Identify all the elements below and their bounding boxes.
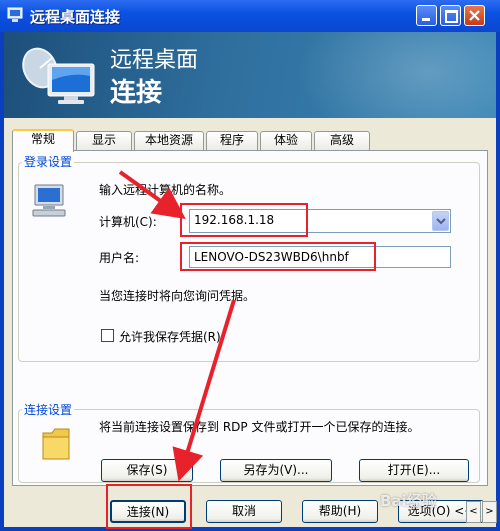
save-credentials-checkbox[interactable]	[101, 329, 114, 342]
remote-desktop-app-icon	[7, 7, 23, 22]
tab-local-resources[interactable]: 本地资源	[134, 131, 204, 150]
computer-combobox[interactable]: 192.168.1.18	[189, 209, 451, 233]
connection-settings-label: 连接设置	[22, 401, 75, 418]
username-value: LENOVO-DS23WBD6\hnbf	[194, 250, 349, 264]
window-title: 远程桌面连接	[30, 8, 121, 26]
save-credentials-label: 允许我保存凭据(R)	[119, 330, 221, 344]
computer-value: 192.168.1.18	[194, 213, 275, 227]
connection-description: 将当前连接设置保存到 RDP 文件或打开一个已保存的连接。	[99, 420, 420, 434]
banner: 远程桌面 连接	[4, 32, 496, 118]
tab-display[interactable]: 显示	[76, 131, 132, 150]
tab-general[interactable]: 常规	[12, 129, 74, 152]
general-tab-panel: 登录设置 输入远程计算机的名称。 计算机(C): 192.168.1.18 用户…	[12, 150, 488, 486]
remote-desktop-window: 远程桌面连接 远程桌面 连接 常规 显示 本地资源 程序 体验 高级 登录设置 …	[0, 0, 500, 531]
close-button[interactable]	[464, 5, 485, 26]
username-label: 用户名:	[99, 251, 140, 265]
maximize-button[interactable]	[440, 5, 461, 26]
computer-dropdown-button[interactable]	[432, 211, 449, 231]
minimize-button[interactable]	[416, 5, 437, 26]
open-button[interactable]: 打开(E)...	[359, 459, 469, 482]
tab-experience[interactable]: 体验	[260, 131, 312, 150]
scroll-right-button[interactable]: >	[482, 501, 497, 523]
dialog-client-area: 远程桌面 连接 常规 显示 本地资源 程序 体验 高级 登录设置 输入远程计算机…	[4, 32, 496, 527]
save-button[interactable]: 保存(S)	[101, 459, 193, 482]
computer-label: 计算机(C):	[99, 215, 157, 229]
title-bar[interactable]: 远程桌面连接	[0, 0, 500, 32]
tab-advanced[interactable]: 高级	[314, 131, 370, 150]
login-instruction: 输入远程计算机的名称。	[99, 183, 232, 197]
save-as-button[interactable]: 另存为(V)...	[220, 459, 332, 482]
username-field[interactable]: LENOVO-DS23WBD6\hnbf	[189, 246, 451, 268]
banner-title-line1: 远程桌面	[110, 48, 199, 73]
login-settings-label: 登录设置	[22, 153, 75, 170]
tab-programs[interactable]: 程序	[206, 131, 258, 150]
help-button[interactable]: 帮助(H)	[302, 500, 378, 523]
scroll-left-button[interactable]: <	[466, 501, 481, 523]
connect-button[interactable]: 连接(N)	[110, 500, 186, 523]
baidu-watermark: Bai经验	[380, 492, 437, 510]
close-icon	[469, 10, 480, 21]
monitor-satellite-icon	[22, 47, 95, 104]
chevron-down-icon	[436, 218, 446, 225]
cancel-button[interactable]: 取消	[206, 500, 282, 523]
rdp-file-folder-icon	[42, 428, 70, 460]
banner-title-line2: 连接	[110, 78, 163, 108]
computer-icon	[32, 184, 66, 217]
credentials-prompt-text: 当您连接时将向您询问凭据。	[99, 289, 256, 303]
